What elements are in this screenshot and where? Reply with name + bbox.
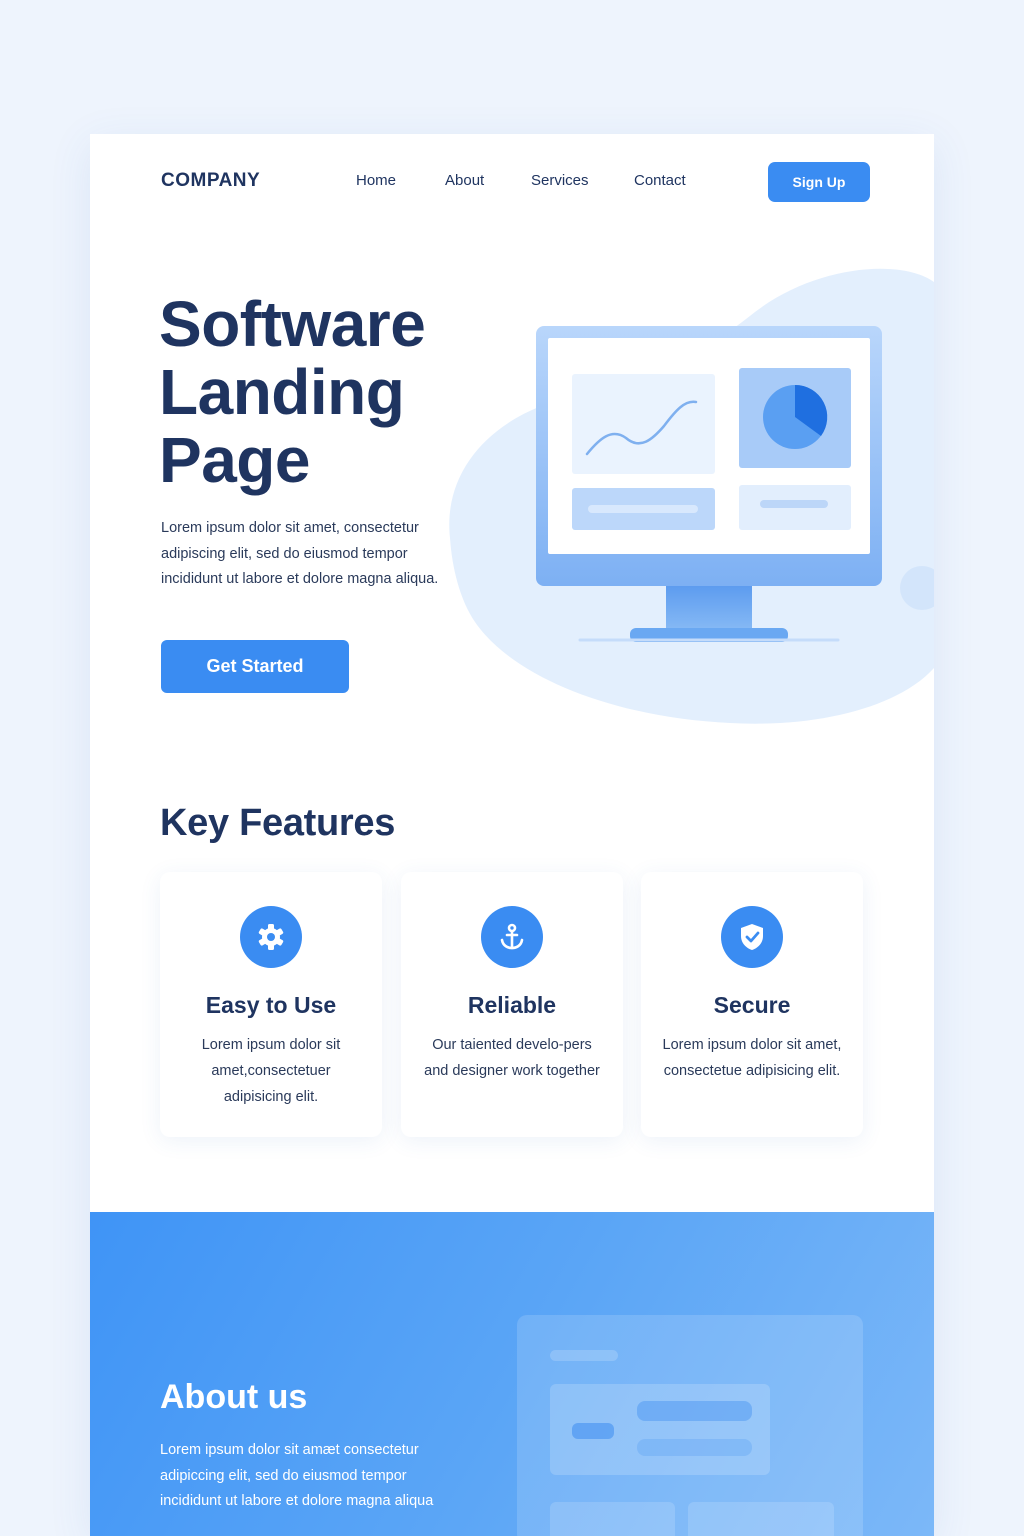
about-lower-card-1 [550,1502,675,1536]
feature-title: Reliable [467,992,557,1018]
about-illustration [517,1315,863,1536]
hero-title: Software Landing Page [159,288,426,496]
nav-services[interactable]: Services [531,172,589,189]
feature-title: Easy to Use [205,992,337,1018]
feature-card-reliable: Reliable Our taiented develo-pers and de… [401,872,623,1137]
landing-page: COMPANY Home About Services Contact Sign… [90,134,934,1536]
feature-text: Our taiented develo-pers and designer wo… [424,1037,600,1079]
about-title: About us [160,1378,308,1416]
about-lower-card-2 [688,1502,834,1536]
monitor-stand-neck [666,586,752,630]
about-panel-bar [550,1350,618,1361]
anchor-icon [481,906,543,968]
feature-text: Lorem ipsum dolor sit amet,consectetuer … [201,1037,341,1105]
company-logo[interactable]: COMPANY [161,170,260,192]
nav-about[interactable]: About [445,172,484,189]
hero-title-line-2: Landing [159,356,405,428]
hero-description: Lorem ipsum dolor sit amet, consectetur … [161,520,439,587]
feature-text: Lorem ipsum dolor sit amet, consectetue … [662,1037,842,1079]
features-title: Key Features [160,802,396,844]
feature-card-easy-to-use: Easy to Use Lorem ipsum dolor sit amet,c… [160,872,382,1137]
hero-title-line-1: Software [159,288,426,360]
hero-illustration [449,268,934,724]
line-chart-panel [572,374,715,474]
about-inner-bar-1 [637,1401,752,1421]
hero-title-line-3: Page [159,424,310,496]
shield-check-icon [721,906,783,968]
about-description: Lorem ipsum dolor sit amæt consectetur a… [160,1442,434,1509]
widget-bar-left [588,505,698,513]
sign-up-button[interactable]: Sign Up [768,162,870,202]
widget-bar-right [760,500,828,508]
feature-title: Secure [713,992,791,1018]
feature-card-secure: Secure Lorem ipsum dolor sit amet, conse… [641,872,863,1137]
get-started-button[interactable]: Get Started [161,640,349,693]
about-section: About us Lorem ipsum dolor sit amæt cons… [90,1212,934,1536]
about-inner-pill [572,1423,614,1439]
about-inner-bar-2 [637,1439,752,1456]
gear-icon [240,906,302,968]
nav-home[interactable]: Home [356,172,396,189]
nav-contact[interactable]: Contact [634,172,686,189]
